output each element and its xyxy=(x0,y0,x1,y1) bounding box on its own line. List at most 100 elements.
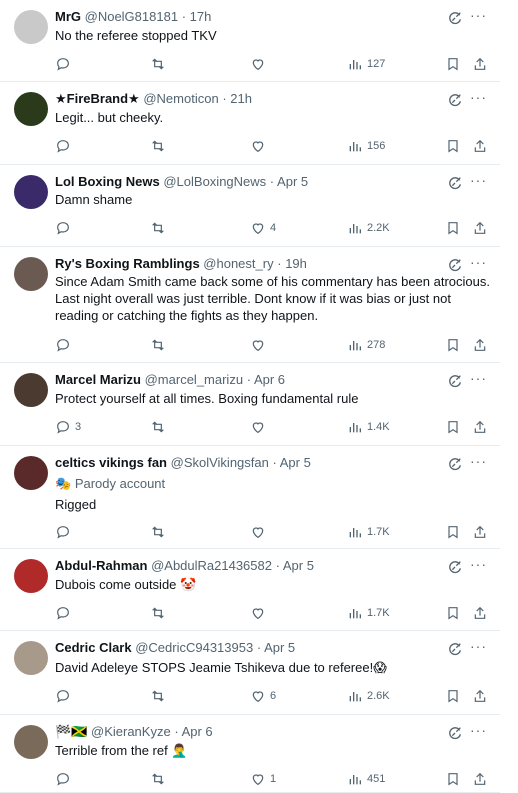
like-button[interactable]: 1 xyxy=(250,770,276,788)
tweet-reply[interactable]: MrG @NoelG818181 · 17h ··· No the refere… xyxy=(0,0,500,82)
display-name[interactable]: MrG xyxy=(55,9,81,24)
more-options-icon[interactable]: ··· xyxy=(470,639,490,656)
grok-icon[interactable] xyxy=(447,725,463,741)
more-options-icon[interactable]: ··· xyxy=(470,8,490,25)
like-button[interactable] xyxy=(250,523,270,541)
more-options-icon[interactable]: ··· xyxy=(470,723,490,740)
more-options-icon[interactable]: ··· xyxy=(470,557,490,574)
reply-button[interactable] xyxy=(55,770,75,788)
tweet-reply[interactable]: Abdul-Rahman @AbdulRa21436582 · Apr 5 ··… xyxy=(0,549,500,631)
avatar[interactable] xyxy=(14,725,48,759)
retweet-button[interactable] xyxy=(150,137,166,155)
reply-button[interactable] xyxy=(55,604,75,622)
reply-button[interactable] xyxy=(55,137,75,155)
avatar[interactable] xyxy=(14,373,48,407)
like-button[interactable]: 6 xyxy=(250,687,276,705)
reply-button[interactable]: 3 xyxy=(55,418,81,436)
grok-icon[interactable] xyxy=(447,456,463,472)
tweet-reply[interactable]: 🏁🇯🇲 @KieranKyze · Apr 6 ··· Terrible fro… xyxy=(0,715,500,793)
display-name[interactable]: Abdul-Rahman xyxy=(55,558,147,573)
share-button[interactable] xyxy=(472,770,488,788)
user-handle[interactable]: @SkolVikingsfan xyxy=(171,455,269,470)
grok-icon[interactable] xyxy=(447,92,463,108)
share-button[interactable] xyxy=(472,523,488,541)
bookmark-button[interactable] xyxy=(445,137,461,155)
more-options-icon[interactable]: ··· xyxy=(470,90,490,107)
user-handle[interactable]: @honest_ry xyxy=(203,256,273,271)
timestamp[interactable]: Apr 5 xyxy=(283,558,314,573)
avatar[interactable] xyxy=(14,257,48,291)
display-name[interactable]: Marcel Marizu xyxy=(55,372,141,387)
timestamp[interactable]: 21h xyxy=(230,91,252,106)
timestamp[interactable]: Apr 5 xyxy=(264,640,295,655)
display-name[interactable]: Ry's Boxing Ramblings xyxy=(55,256,200,271)
retweet-button[interactable] xyxy=(150,418,166,436)
grok-icon[interactable] xyxy=(447,175,463,191)
grok-icon[interactable] xyxy=(447,10,463,26)
share-button[interactable] xyxy=(472,687,488,705)
grok-icon[interactable] xyxy=(447,257,463,273)
reply-button[interactable] xyxy=(55,687,75,705)
share-button[interactable] xyxy=(472,137,488,155)
views-button[interactable]: 2.6K xyxy=(347,687,390,705)
share-button[interactable] xyxy=(472,219,488,237)
reply-button[interactable] xyxy=(55,219,75,237)
views-button[interactable]: 278 xyxy=(347,336,385,354)
bookmark-button[interactable] xyxy=(445,418,461,436)
user-handle[interactable]: @NoelG818181 xyxy=(85,9,178,24)
like-button[interactable] xyxy=(250,336,270,354)
bookmark-button[interactable] xyxy=(445,687,461,705)
views-button[interactable]: 1.7K xyxy=(347,523,390,541)
retweet-button[interactable] xyxy=(150,336,166,354)
like-button[interactable] xyxy=(250,604,270,622)
views-button[interactable]: 2.2K xyxy=(347,219,390,237)
views-button[interactable]: 451 xyxy=(347,770,385,788)
user-handle[interactable]: @marcel_marizu xyxy=(145,372,243,387)
retweet-button[interactable] xyxy=(150,687,166,705)
bookmark-button[interactable] xyxy=(445,770,461,788)
like-button[interactable] xyxy=(250,55,270,73)
views-button[interactable]: 127 xyxy=(347,55,385,73)
reply-button[interactable] xyxy=(55,336,75,354)
views-button[interactable]: 1.7K xyxy=(347,604,390,622)
retweet-button[interactable] xyxy=(150,770,166,788)
timestamp[interactable]: Apr 5 xyxy=(280,455,311,470)
display-name[interactable]: Lol Boxing News xyxy=(55,174,160,189)
share-button[interactable] xyxy=(472,336,488,354)
share-button[interactable] xyxy=(472,604,488,622)
retweet-button[interactable] xyxy=(150,523,166,541)
more-options-icon[interactable]: ··· xyxy=(470,173,490,190)
tweet-reply[interactable]: celtics vikings fan @SkolVikingsfan · Ap… xyxy=(0,446,500,549)
timestamp[interactable]: 17h xyxy=(190,9,212,24)
tweet-reply[interactable]: ★FireBrand★ @Nemoticon · 21h ··· Legit..… xyxy=(0,82,500,165)
retweet-button[interactable] xyxy=(150,55,166,73)
share-button[interactable] xyxy=(472,55,488,73)
grok-icon[interactable] xyxy=(447,559,463,575)
more-options-icon[interactable]: ··· xyxy=(470,454,490,471)
tweet-reply[interactable]: Marcel Marizu @marcel_marizu · Apr 6 ···… xyxy=(0,363,500,446)
display-name[interactable]: Cedric Clark xyxy=(55,640,132,655)
grok-icon[interactable] xyxy=(447,373,463,389)
bookmark-button[interactable] xyxy=(445,523,461,541)
bookmark-button[interactable] xyxy=(445,55,461,73)
display-name[interactable]: ★FireBrand★ xyxy=(55,91,140,106)
avatar[interactable] xyxy=(14,641,48,675)
timestamp[interactable]: Apr 6 xyxy=(254,372,285,387)
reply-button[interactable] xyxy=(55,55,75,73)
views-button[interactable]: 1.4K xyxy=(347,418,390,436)
user-handle[interactable]: @LolBoxingNews xyxy=(163,174,266,189)
display-name[interactable]: celtics vikings fan xyxy=(55,455,167,470)
more-options-icon[interactable]: ··· xyxy=(470,255,490,272)
tweet-reply[interactable]: Lol Boxing News @LolBoxingNews · Apr 5 ·… xyxy=(0,165,500,247)
retweet-button[interactable] xyxy=(150,219,166,237)
reply-button[interactable] xyxy=(55,523,75,541)
like-button[interactable] xyxy=(250,137,270,155)
like-button[interactable] xyxy=(250,418,270,436)
timestamp[interactable]: Apr 5 xyxy=(277,174,308,189)
user-handle[interactable]: @KieranKyze xyxy=(91,724,171,739)
bookmark-button[interactable] xyxy=(445,336,461,354)
like-button[interactable]: 4 xyxy=(250,219,276,237)
avatar[interactable] xyxy=(14,10,48,44)
bookmark-button[interactable] xyxy=(445,219,461,237)
avatar[interactable] xyxy=(14,559,48,593)
